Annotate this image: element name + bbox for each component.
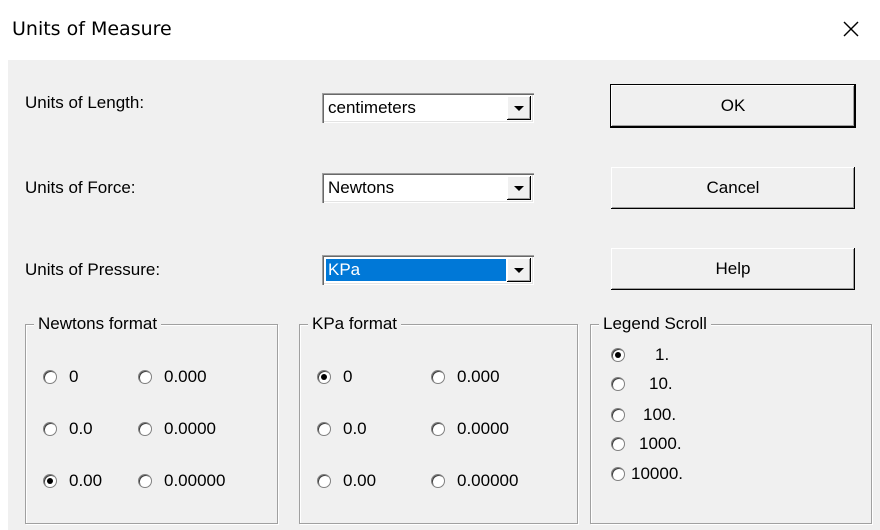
kpa-format-option[interactable]: 0.000 bbox=[431, 367, 500, 387]
length-select[interactable]: centimeters bbox=[322, 93, 534, 123]
chevron-down-icon[interactable] bbox=[507, 258, 531, 282]
title-bar[interactable]: Units of Measure bbox=[0, 0, 880, 60]
radio-label: 0.0 bbox=[69, 419, 93, 438]
kpa-format-option[interactable]: 0.00000 bbox=[431, 471, 518, 491]
newtons-format-title: Newtons format bbox=[34, 314, 162, 334]
radio-icon bbox=[611, 437, 625, 451]
radio-icon bbox=[138, 370, 152, 384]
length-label: Units of Length: bbox=[25, 93, 145, 112]
radio-icon bbox=[317, 474, 331, 488]
radio-icon bbox=[317, 422, 331, 436]
radio-label: 0.000 bbox=[457, 367, 500, 386]
legend-scroll-option[interactable]: 1000. bbox=[611, 434, 682, 454]
radio-icon bbox=[611, 408, 625, 422]
close-icon bbox=[843, 21, 859, 37]
radio-icon bbox=[611, 467, 625, 481]
pressure-select[interactable]: KPa bbox=[322, 255, 534, 285]
kpa-format-option[interactable]: 0.0000 bbox=[431, 419, 509, 439]
radio-label: 0.00 bbox=[343, 471, 377, 490]
units-of-measure-dialog: Units of Measure Units of Length: centim… bbox=[0, 0, 880, 530]
kpa-format-title: KPa format bbox=[308, 314, 402, 334]
radio-icon bbox=[138, 422, 152, 436]
radio-label: 0 bbox=[69, 367, 79, 386]
help-button[interactable]: Help bbox=[611, 248, 855, 290]
radio-label: 0.0000 bbox=[164, 419, 216, 438]
newtons-format-option[interactable]: 0.0 bbox=[43, 419, 93, 439]
radio-icon bbox=[431, 474, 445, 488]
radio-label: 10. bbox=[649, 374, 673, 393]
radio-checked-icon bbox=[43, 474, 57, 488]
length-select-value: centimeters bbox=[328, 98, 416, 117]
kpa-format-group: KPa format 0 0.000 0.0 0.0000 0.00 0.000… bbox=[299, 314, 578, 524]
radio-label: 0.00000 bbox=[457, 471, 519, 490]
radio-label: 0.00 bbox=[69, 471, 103, 490]
radio-checked-icon bbox=[611, 348, 625, 362]
radio-icon bbox=[431, 422, 445, 436]
newtons-format-option[interactable]: 0.00 bbox=[43, 471, 102, 491]
cancel-button[interactable]: Cancel bbox=[611, 167, 855, 209]
kpa-format-option[interactable]: 0 bbox=[317, 367, 352, 387]
newtons-format-option[interactable]: 0 bbox=[43, 367, 78, 387]
radio-icon bbox=[43, 370, 57, 384]
legend-scroll-group: Legend Scroll 1. 10. 100. 1000. 10000. bbox=[590, 314, 872, 524]
radio-label: 10000. bbox=[631, 464, 683, 483]
close-button[interactable] bbox=[834, 12, 868, 46]
radio-label: 0.0000 bbox=[457, 419, 509, 438]
force-select[interactable]: Newtons bbox=[322, 173, 534, 203]
dialog-body: Units of Length: centimeters Units of Fo… bbox=[8, 60, 880, 530]
radio-label: 1000. bbox=[639, 434, 682, 453]
legend-scroll-option[interactable]: 100. bbox=[611, 405, 676, 425]
radio-checked-icon bbox=[317, 370, 331, 384]
newtons-format-option[interactable]: 0.00000 bbox=[138, 471, 225, 491]
radio-label: 0.0 bbox=[343, 419, 367, 438]
legend-scroll-title: Legend Scroll bbox=[599, 314, 711, 334]
force-label: Units of Force: bbox=[25, 178, 136, 197]
kpa-format-option[interactable]: 0.00 bbox=[317, 471, 376, 491]
radio-icon bbox=[138, 474, 152, 488]
kpa-format-option[interactable]: 0.0 bbox=[317, 419, 367, 439]
radio-icon bbox=[43, 422, 57, 436]
window-title: Units of Measure bbox=[12, 18, 172, 40]
pressure-select-value: KPa bbox=[326, 259, 506, 281]
newtons-format-option[interactable]: 0.0000 bbox=[138, 419, 216, 439]
legend-scroll-option[interactable]: 10. bbox=[611, 374, 673, 394]
radio-icon bbox=[611, 377, 625, 391]
newtons-format-option[interactable]: 0.000 bbox=[138, 367, 207, 387]
pressure-label: Units of Pressure: bbox=[25, 260, 161, 279]
chevron-down-icon[interactable] bbox=[507, 176, 531, 200]
radio-label: 100. bbox=[643, 405, 677, 424]
legend-scroll-option[interactable]: 1. bbox=[611, 345, 669, 365]
force-select-value: Newtons bbox=[328, 178, 395, 197]
radio-label: 0.000 bbox=[164, 367, 207, 386]
legend-scroll-option[interactable]: 10000. bbox=[611, 464, 683, 484]
chevron-down-icon[interactable] bbox=[507, 96, 531, 120]
ok-button[interactable]: OK bbox=[611, 85, 855, 127]
radio-icon bbox=[431, 370, 445, 384]
radio-label: 0.00000 bbox=[164, 471, 226, 490]
radio-label: 1. bbox=[655, 345, 670, 364]
newtons-format-group: Newtons format 0 0.000 0.0 0.0000 0.00 0… bbox=[25, 314, 278, 524]
radio-label: 0 bbox=[343, 367, 353, 386]
